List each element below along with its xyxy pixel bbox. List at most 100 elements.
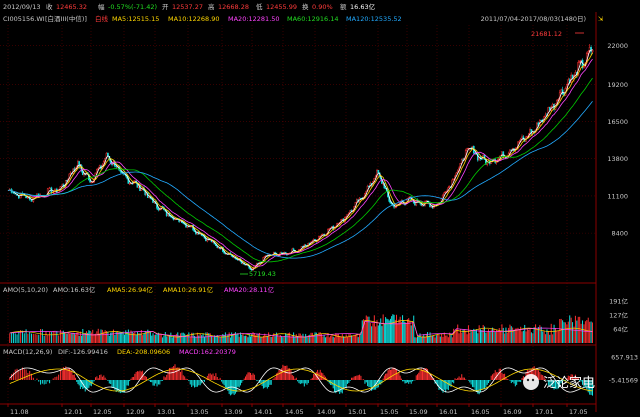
amo-bar [577, 316, 579, 343]
amo-bar [332, 336, 334, 343]
amo-bar [583, 324, 585, 343]
amo-bar [270, 336, 272, 343]
macd-bar [104, 377, 106, 380]
amo-bars [9, 314, 593, 343]
macd-bar [290, 370, 292, 380]
amo-bar [477, 333, 479, 343]
macd-bar [303, 380, 305, 387]
amo-bar [415, 337, 417, 343]
macd-bar [41, 380, 43, 384]
x-tick-label: 14.05 [285, 408, 304, 416]
amo-bar [71, 333, 73, 343]
amo-bar [272, 336, 274, 343]
x-tick-label: 13.01 [157, 408, 176, 416]
amo-bar [473, 328, 475, 343]
ama20-value: AMA20:28.11亿 [224, 285, 275, 294]
macd-bar [127, 380, 129, 386]
amo-bar [377, 325, 379, 343]
amo-bar [535, 324, 537, 343]
macd-bar [520, 380, 522, 383]
amo-bar [231, 332, 233, 343]
macd-bar [410, 380, 412, 384]
macd-bar [461, 374, 463, 380]
amo-bar [260, 337, 262, 343]
amo-bar [376, 320, 378, 343]
x-tick-label: 15.05 [380, 408, 399, 416]
macd-bar [36, 378, 38, 380]
macd-bar [157, 380, 159, 385]
macd-bar [392, 367, 394, 380]
macd-bar [306, 380, 308, 385]
macd-bar [126, 380, 128, 386]
amo-bar [497, 330, 499, 343]
macd-bar [504, 373, 506, 380]
macd-bar [269, 380, 271, 385]
macd-bar [512, 380, 514, 382]
macd-bar [482, 380, 484, 389]
amo-bar [211, 336, 213, 343]
price-legend: CI005156.WI [白酒III(中信)] 白线 MA5:12515.15 … [3, 14, 603, 23]
macd-bar [369, 380, 371, 388]
price-tick-label: 19200 [607, 81, 628, 89]
amo-bar [175, 333, 177, 343]
amo-bar [566, 324, 568, 343]
macd-bar [398, 372, 400, 380]
amo-bar [486, 332, 488, 343]
macd-bar [291, 375, 293, 380]
macd-bar [191, 380, 193, 387]
amo-bar [68, 333, 70, 343]
amo-bar [34, 334, 36, 343]
amo-bar [38, 334, 40, 343]
amo-bar [303, 336, 305, 343]
amo-bar [564, 322, 566, 343]
macd-bar [405, 380, 407, 384]
macd-bar [268, 380, 270, 388]
amo-bar [256, 333, 258, 343]
macd-bar [473, 380, 475, 388]
macd-bar [447, 380, 449, 391]
candle-body [590, 47, 592, 53]
amo-bar [532, 333, 534, 343]
macd-bar [417, 374, 418, 380]
amo-bar [574, 315, 576, 343]
amo-bar [14, 333, 16, 343]
amo-bar [554, 328, 556, 343]
amo-bar [424, 337, 426, 343]
amo-bar [484, 326, 486, 343]
macd-bar [485, 380, 487, 388]
macd-bar [469, 380, 471, 383]
candle-body [583, 66, 585, 68]
amo-bar [244, 335, 246, 343]
amo-bar [506, 332, 508, 343]
amo-bar [9, 333, 11, 343]
info-open-value: 12537.27 [172, 3, 203, 11]
amo-bar [451, 337, 453, 343]
amo-bar [547, 330, 549, 343]
amo-bar [286, 334, 288, 343]
macd-y-axis: 657.913 -5.41569 [609, 354, 638, 385]
amo-bar [293, 332, 295, 343]
macd-bar [32, 377, 34, 380]
amo-bar [494, 331, 496, 343]
macd-bar [389, 369, 391, 380]
macd-bar [213, 376, 215, 380]
wechat-eye-left [526, 378, 530, 382]
macd-bar [248, 372, 250, 380]
amo-bar [261, 337, 263, 343]
info-turnover-value: 0.90% [312, 3, 333, 11]
macd-bar [224, 380, 226, 388]
amo-bar [136, 331, 138, 343]
amo-bar [340, 336, 342, 343]
amo-bar [206, 332, 208, 343]
macd-bar [305, 380, 307, 384]
macd-bar [402, 380, 404, 382]
x-tick-label: 11.08 [10, 408, 29, 416]
macd-bar [87, 380, 89, 389]
macd-bar [136, 371, 138, 380]
price-tick-label: 22000 [607, 42, 628, 50]
candle-body [292, 248, 295, 251]
amo-bar [247, 337, 249, 343]
amo-bar [437, 334, 439, 343]
amo-bar [435, 335, 437, 343]
amo-bar [536, 328, 538, 343]
